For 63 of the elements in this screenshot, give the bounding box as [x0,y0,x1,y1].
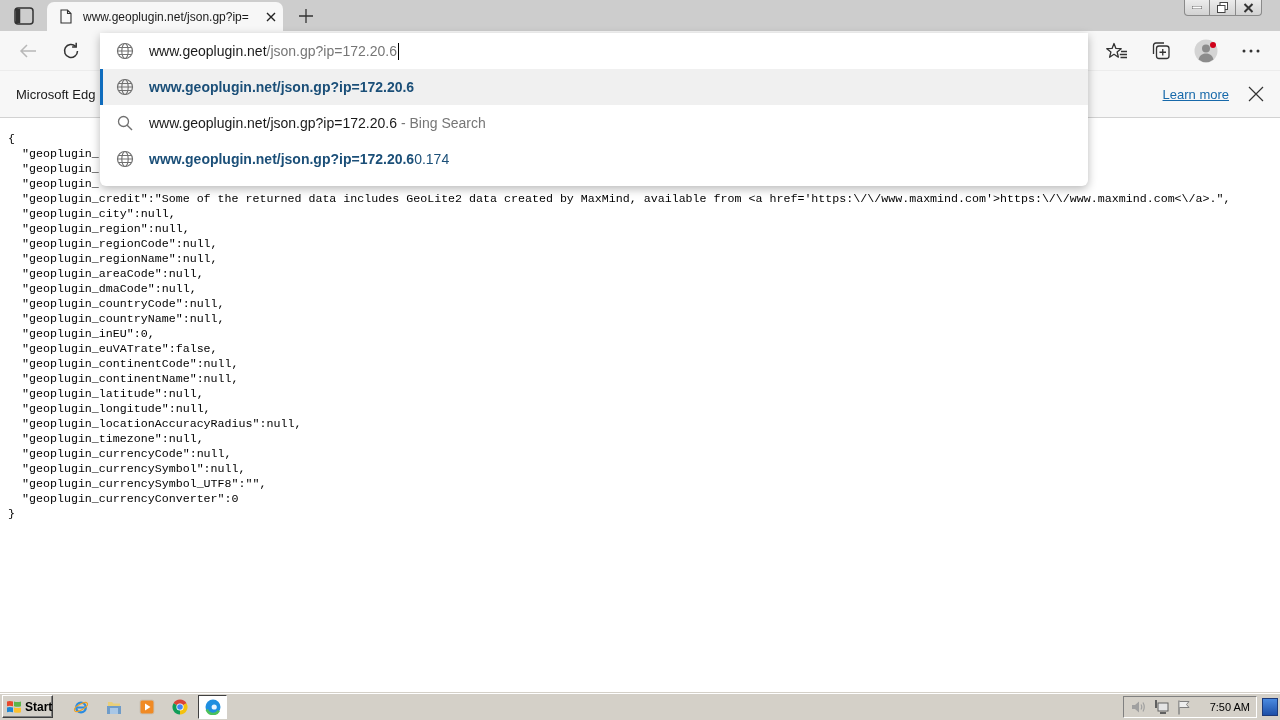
minimize-icon [1192,6,1202,9]
text-cursor-icon [397,42,399,60]
code-line: { [8,131,15,146]
code-line: "geoplugin_countryCode":null, [22,296,225,311]
close-icon [1243,2,1254,13]
tab-actions-icon[interactable] [14,6,34,25]
restore-icon [1217,2,1228,13]
search-icon [116,114,134,132]
restore-button[interactable] [1210,0,1236,16]
close-button[interactable] [1236,0,1262,16]
globe-icon [116,150,134,168]
suggestion-item[interactable]: www.geoplugin.net/json.gp?ip=172.20.6 - Bing Search [100,105,1088,141]
avatar-icon[interactable] [1194,38,1218,63]
start-button[interactable]: Start [2,695,53,718]
code-line: "geoplugin_latitude":null, [22,386,204,401]
code-line: "geoplugin_currencyCode":null, [22,446,232,461]
network-icon[interactable] [1152,698,1169,715]
code-line: "geoplugin_regionCode":null, [22,236,218,251]
infobar-message: Microsoft Edg [16,86,96,102]
code-line: "geoplugin_ [22,161,99,176]
learn-more-link[interactable]: Learn more [1162,86,1229,102]
code-line: "geoplugin_dmaCode":null, [22,281,197,296]
code-line: "geoplugin_timezone":null, [22,431,204,446]
code-line: } [8,506,15,521]
suggestion-item[interactable]: www.geoplugin.net/json.gp?ip=172.20.60.174 [100,141,1088,177]
code-line: "geoplugin_credit":"Some of the returned data includes GeoLite2 data created by MaxMind, available from <a href='https:\/\/www.maxmind.com'>https:\/\/www.maxmind.com<\/a>.", [22,191,1231,206]
show-desktop-icon[interactable] [1262,697,1278,716]
swirl-logo-icon [204,698,221,715]
clock: 7:50 AM [1209,700,1250,713]
code-line: "geoplugin_currencySymbol_UTF8":"", [22,476,267,491]
code-line: "geoplugin_countryName":null, [22,311,225,326]
favorites-icon[interactable] [1106,41,1128,60]
reload-icon[interactable] [61,40,81,61]
code-line: "geoplugin_euVATrate":false, [22,341,218,356]
flag-logo-icon [6,698,22,715]
plus-icon[interactable] [298,7,314,24]
play-icon [138,698,155,715]
code-line: "geoplugin_ [22,176,99,191]
code-line: "geoplugin_ [22,146,99,161]
suggestion-item[interactable]: www.geoplugin.net/json.gp?ip=172.20.6 [100,69,1088,105]
collections-icon[interactable] [1151,40,1171,61]
code-line: "geoplugin_currencySymbol":null, [22,461,246,476]
ring-logo-icon [171,698,188,715]
address-field[interactable]: www.geoplugin.net/json.gp?ip=172.20.6 [100,33,1088,69]
code-line: "geoplugin_currencyConverter":0 [22,491,239,506]
code-line: "geoplugin_longitude":null, [22,401,211,416]
flag-icon[interactable] [1175,698,1192,715]
page-icon [60,9,72,24]
close-icon[interactable] [1248,86,1264,102]
close-icon[interactable] [266,11,276,22]
globe-icon [116,78,134,96]
globe-icon [116,42,134,60]
code-line: "geoplugin_region":null, [22,221,190,236]
code-line: "geoplugin_areaCode":null, [22,266,204,281]
more-icon[interactable] [1241,48,1261,53]
code-line: "geoplugin_inEU":0, [22,326,155,341]
code-line: "geoplugin_locationAccuracyRadius":null, [22,416,302,431]
browser-tab[interactable]: www.geoplugin.net/json.gp?ip= [47,2,283,31]
code-line: "geoplugin_regionName":null, [22,251,218,266]
code-line: "geoplugin_continentCode":null, [22,356,239,371]
taskbar-button[interactable] [198,694,227,719]
code-line: "geoplugin_continentName":null, [22,371,239,386]
code-line: "geoplugin_city":null, [22,206,176,221]
